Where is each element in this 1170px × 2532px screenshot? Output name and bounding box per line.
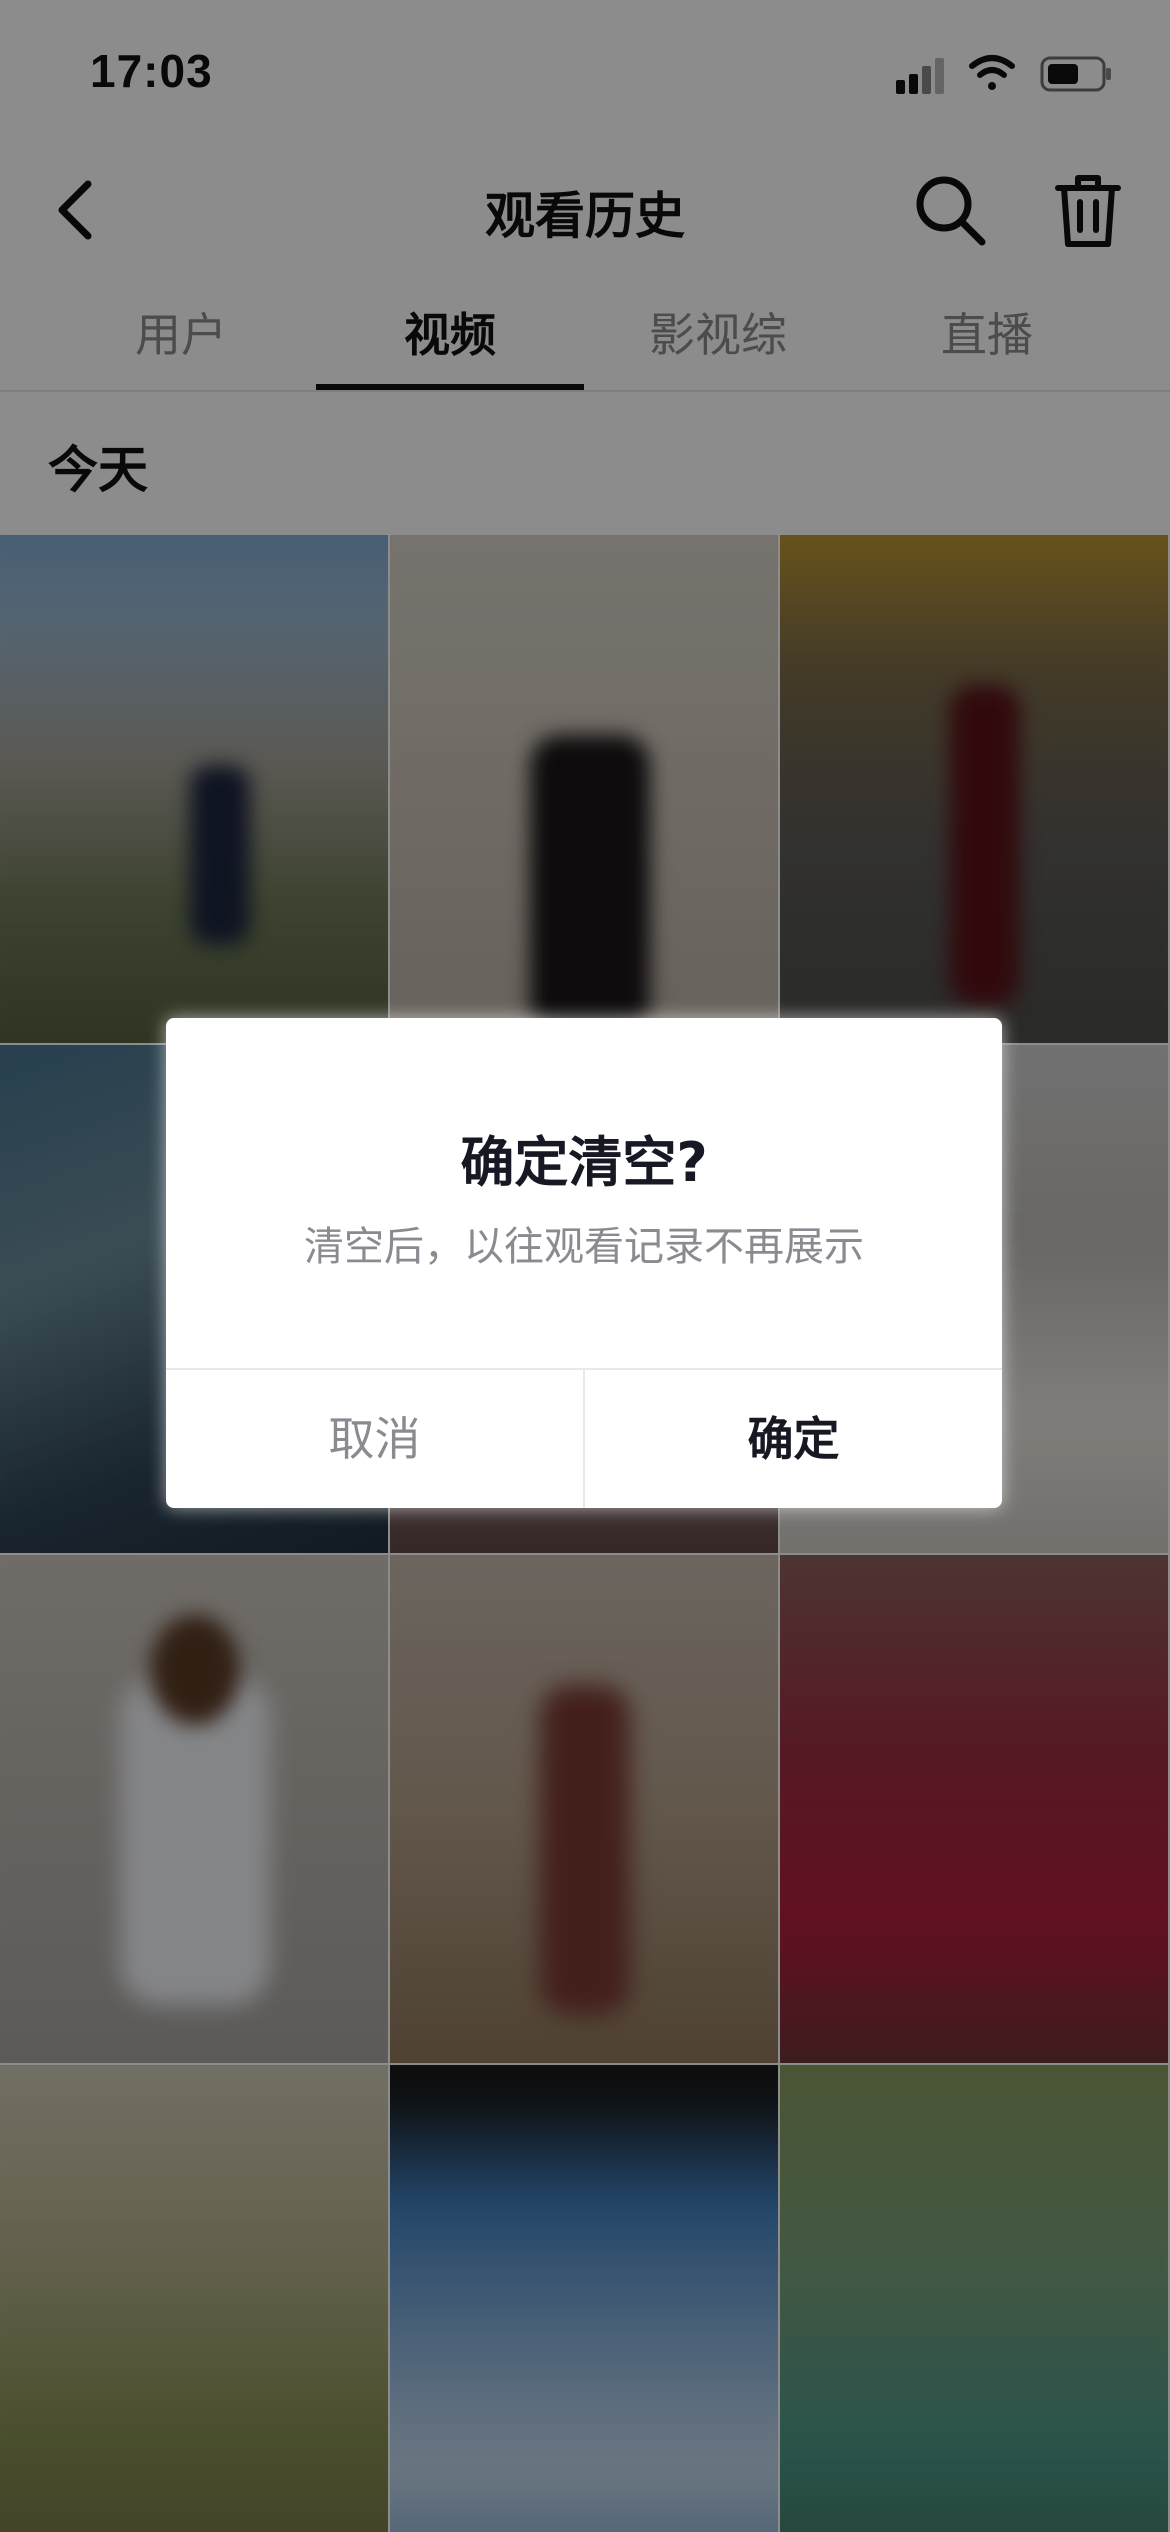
watch-history-screen: 17:03 观看历史 用户 视频 影视综 直播 今天 确定清空? 清空后，以往观… (0, 0, 1170, 2532)
dialog-message: 清空后，以往观看记录不再展示 (304, 1224, 864, 1270)
cancel-button[interactable]: 取消 (166, 1370, 583, 1508)
clear-history-dialog: 确定清空? 清空后，以往观看记录不再展示 取消 确定 (166, 1018, 1002, 1508)
confirm-button[interactable]: 确定 (585, 1370, 1002, 1508)
dialog-title: 确定清空? (460, 1131, 708, 1194)
